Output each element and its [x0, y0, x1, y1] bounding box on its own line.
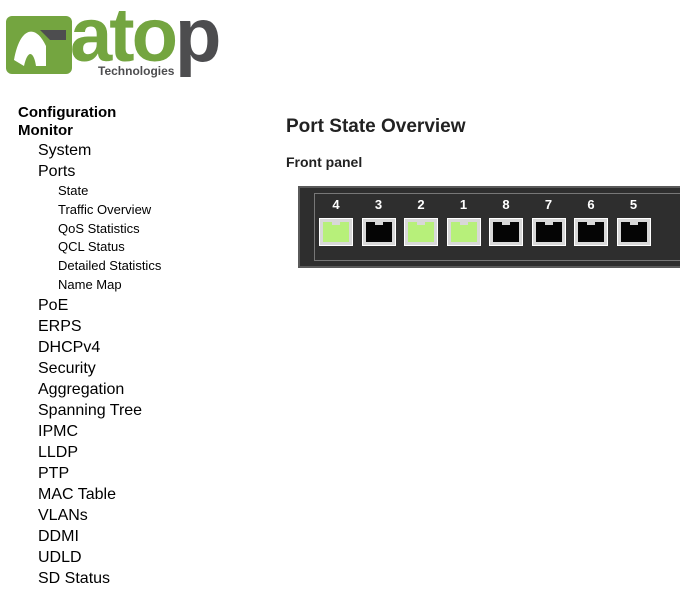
- menu-item-qos-statistics[interactable]: QoS Statistics: [18, 220, 161, 239]
- menu-item-name-map[interactable]: Name Map: [18, 276, 161, 295]
- jack-notch: [417, 220, 425, 225]
- port-number: 1: [459, 197, 468, 212]
- rj45-port-icon: [361, 218, 396, 246]
- port-6[interactable]: 6: [570, 194, 612, 262]
- link-down-indicator: [493, 220, 519, 242]
- menu-item-system[interactable]: System: [18, 140, 161, 161]
- menu-item-ptp[interactable]: PTP: [18, 463, 161, 484]
- port-8[interactable]: 8: [485, 194, 527, 262]
- menu-item-aggregation[interactable]: Aggregation: [18, 379, 161, 400]
- menu-item-ddmi[interactable]: DDMI: [18, 526, 161, 547]
- rj45-port-icon: [404, 218, 438, 246]
- port-3[interactable]: 3: [358, 194, 400, 262]
- menu-item-poe[interactable]: PoE: [18, 295, 161, 316]
- jack-notch: [544, 220, 553, 225]
- atop-logo: atop Technologies: [6, 0, 246, 82]
- front-panel: 4 3 2 1 8 7 6 5: [298, 186, 680, 268]
- front-panel-label: Front panel: [286, 154, 363, 170]
- jack-notch: [502, 220, 510, 225]
- port-number: 8: [502, 197, 510, 212]
- port-2[interactable]: 2: [400, 194, 442, 262]
- link-down-indicator: [578, 220, 604, 242]
- port-number: 5: [629, 197, 638, 212]
- link-up-indicator: [323, 220, 349, 242]
- rj45-port-icon: [616, 218, 651, 246]
- link-down-indicator: [365, 220, 392, 242]
- port-row: 4 3 2 1 8 7 6 5: [314, 193, 680, 261]
- rj45-port-icon: [531, 218, 566, 246]
- port-4[interactable]: 4: [315, 194, 357, 262]
- menu-item-ipmc[interactable]: IPMC: [18, 421, 161, 442]
- port-number: 3: [374, 197, 383, 212]
- link-up-indicator: [450, 220, 477, 242]
- menu-item-state[interactable]: State: [18, 182, 161, 201]
- rj45-port-icon: [574, 218, 608, 246]
- rj45-port-icon: [489, 218, 523, 246]
- link-down-indicator: [535, 220, 562, 242]
- jack-notch: [629, 220, 638, 225]
- menu-item-traffic-overview[interactable]: Traffic Overview: [18, 201, 161, 220]
- sidebar-menu: Configuration Monitor System Ports State Tr…: [18, 104, 161, 589]
- link-down-indicator: [620, 220, 647, 242]
- link-up-indicator: [408, 220, 434, 242]
- menu-item-lldp[interactable]: LLDP: [18, 442, 161, 463]
- monitor-menu-items: System Ports State Traffic Overview QoS Stat…: [18, 140, 161, 589]
- menu-item-spanning-tree[interactable]: Spanning Tree: [18, 400, 161, 421]
- port-7[interactable]: 7: [528, 194, 570, 262]
- logo-wordmark: atop: [70, 0, 221, 78]
- menu-item-ports[interactable]: Ports: [18, 161, 161, 182]
- menu-item-vlans[interactable]: VLANs: [18, 505, 161, 526]
- menu-item-qcl-status[interactable]: QCL Status: [18, 238, 161, 257]
- jack-notch: [332, 220, 340, 225]
- port-number: 2: [417, 197, 425, 212]
- menu-item-dhcpv4[interactable]: DHCPv4: [18, 337, 161, 358]
- menu-item-erps[interactable]: ERPS: [18, 316, 161, 337]
- jack-notch: [459, 220, 468, 225]
- jack-notch: [374, 220, 383, 225]
- menu-item-udld[interactable]: UDLD: [18, 547, 161, 568]
- jack-notch: [587, 220, 595, 225]
- menu-monitor[interactable]: Monitor: [18, 122, 161, 140]
- menu-item-security[interactable]: Security: [18, 358, 161, 379]
- atop-logo-icon: [6, 16, 72, 74]
- page-title: Port State Overview: [286, 116, 466, 137]
- port-number: 4: [332, 197, 340, 212]
- port-5[interactable]: 5: [613, 194, 655, 262]
- port-number: 7: [544, 197, 553, 212]
- rj45-port-icon: [446, 218, 481, 246]
- port-number: 6: [587, 197, 595, 212]
- port-1[interactable]: 1: [443, 194, 485, 262]
- logo-subtitle: Technologies: [96, 64, 177, 78]
- menu-item-mac-table[interactable]: MAC Table: [18, 484, 161, 505]
- menu-configuration[interactable]: Configuration: [18, 104, 161, 122]
- rj45-port-icon: [319, 218, 353, 246]
- menu-item-sd-status[interactable]: SD Status: [18, 568, 161, 589]
- menu-item-detailed-statistics[interactable]: Detailed Statistics: [18, 257, 161, 276]
